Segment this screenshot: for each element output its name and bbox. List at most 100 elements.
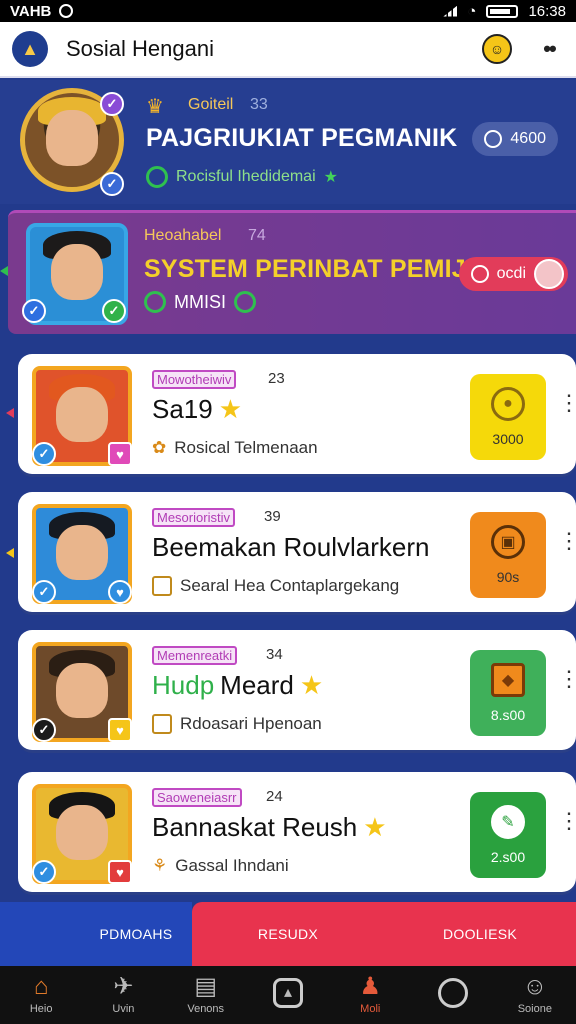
face-shape — [56, 386, 108, 442]
card-subtitle: Searal Hea Contaplargekang — [180, 576, 400, 595]
tab-home[interactable]: ⌂ Heio — [0, 966, 82, 1024]
more-icon[interactable]: •• — [534, 34, 564, 64]
segment-resudx[interactable]: RESUDX — [192, 902, 384, 966]
star-icon: ★ — [299, 670, 324, 700]
segment-pdmoahs[interactable]: PDMOAHS — [0, 902, 192, 966]
card-title: Beemakan Roulvlarkern — [152, 532, 430, 562]
list-card[interactable]: ✓ ♥ Memenreatki 34 Hudp Meard ★ Rdoasari… — [18, 630, 576, 750]
featured-subtitle: MMISI — [174, 291, 226, 312]
chess-piece-icon: ♟ — [359, 973, 382, 1000]
clock-icon: ▴ — [272, 978, 303, 1008]
record-icon — [59, 4, 74, 18]
tab-label: Moli — [360, 1003, 381, 1015]
list-card[interactable]: ✓ ♥ Mesorioristiv 39 Beemakan Roulvlarke… — [18, 492, 576, 612]
segment-bar: PDMOAHS RESUDX DOOLIESK — [0, 902, 576, 966]
verified-badge-icon: ✓ — [32, 580, 56, 604]
card-title: Meard — [220, 670, 294, 700]
lock-icon: ▣ — [491, 525, 525, 559]
edge-arrow-icon — [6, 548, 14, 558]
card-title-row: Hudp Meard ★ — [152, 670, 323, 701]
signal-icon — [443, 5, 458, 17]
card-subtitle: Gassal Ihndani — [175, 856, 289, 875]
tab-label: Venons — [187, 1003, 225, 1015]
tab-documents[interactable]: ▤ Venons — [165, 966, 247, 1024]
carrier-label: VAHB — [10, 2, 52, 20]
card-title-row: Bannaskat Reush ★ — [152, 812, 387, 843]
card-subtitle-row: ⚘ Gassal Ihndani — [152, 856, 289, 876]
card-tag: Memenreatki — [152, 646, 238, 665]
card-action-value: 2.s00 — [490, 849, 526, 865]
card-action-button[interactable]: ✎ 2.s00 — [470, 792, 546, 878]
card-title: Sa19 — [152, 394, 213, 424]
featured-subtitle-row: MMISI — [144, 291, 256, 313]
card-count: 34 — [266, 646, 283, 663]
app-title: Sosial Hengani — [66, 36, 214, 61]
circle-check-icon — [146, 166, 168, 188]
check-badge-icon: ✓ — [102, 299, 126, 323]
tab-plane[interactable]: ✈ Uvin — [82, 966, 164, 1024]
star-icon: ★ — [218, 394, 243, 424]
card-count: 24 — [266, 788, 283, 805]
segment-label: RESUDX — [257, 926, 319, 942]
featured-item[interactable]: ✓ ✓ Heoahabel 74 SYSTEM PERINBAT PEMIJAN… — [8, 210, 576, 334]
card-title-highlight: Hudp — [152, 670, 215, 700]
tab-timer[interactable] — [411, 966, 493, 1024]
card-tag: Saoweneiasrr — [152, 788, 242, 807]
coin-icon — [470, 265, 489, 283]
face-shape — [56, 804, 108, 860]
chip-avatar — [534, 259, 564, 289]
face-shape — [50, 243, 104, 301]
circle-check-icon — [144, 291, 166, 313]
leaf-icon: ⚘ — [152, 856, 168, 875]
verified-badge-icon: ✓ — [22, 299, 46, 323]
document-icon: ▤ — [194, 973, 218, 1000]
points-value: ocdi — [496, 265, 526, 282]
calendar-icon — [152, 576, 172, 596]
featured-item[interactable]: ✓ ✓ ♛ Goiteil 33 PAJGRIUKIAT PEGMANIK Ro… — [0, 80, 576, 204]
tab-moli[interactable]: ♟ Moli — [329, 966, 411, 1024]
clock-label: 16:38 — [528, 2, 566, 20]
app-screen: VAHB ◔ 16:38 ▲ Sosial Hengani ☺ •• ✓ ✓ ♛… — [0, 0, 576, 1024]
featured-tag: Heoahabel — [144, 227, 222, 244]
points-chip[interactable]: ocdi — [458, 257, 568, 291]
more-vert-icon[interactable]: ⋮ — [558, 530, 576, 552]
list-card[interactable]: ✓ ♥ Mowotheiwiv 23 Sa19 ★ ✿ Rosical Telm… — [18, 354, 576, 474]
points-chip[interactable]: 4600 — [472, 122, 558, 156]
card-subtitle: Rosical Telmenaan — [174, 438, 318, 457]
segment-doolies[interactable]: DOOLIESK — [384, 902, 576, 966]
more-vert-icon[interactable]: ⋮ — [558, 810, 576, 832]
circle-b-icon — [234, 291, 256, 313]
app-bar: ▲ Sosial Hengani ☺ •• — [0, 22, 576, 78]
card-action-button[interactable]: ● 3000 — [470, 374, 546, 460]
featured-subtitle: Rocisful Ihedidemai — [176, 168, 316, 185]
tab-profile[interactable]: ☺ Soione — [494, 966, 576, 1024]
card-action-value: 3000 — [492, 431, 524, 447]
featured-count: 33 — [250, 96, 268, 113]
tab-label: Heio — [29, 1003, 53, 1015]
card-subtitle-row: ✿ Rosical Telmenaan — [152, 438, 318, 458]
tab-clock[interactable]: ▴ — [247, 966, 329, 1024]
more-vert-icon[interactable]: ⋮ — [558, 392, 576, 414]
edge-arrow-icon — [0, 266, 8, 276]
card-action-value: 90s — [496, 569, 520, 585]
card-subtitle-row: Rdoasari Hpenoan — [152, 714, 322, 734]
list-card[interactable]: ✓ ♥ Saoweneiasrr 24 Bannaskat Reush ★ ⚘ … — [18, 772, 576, 892]
tab-label: Soione — [517, 1003, 552, 1015]
card-action-button[interactable]: ▣ 90s — [470, 512, 546, 598]
featured-tag: Goiteil — [188, 96, 234, 113]
bird-icon: ♥ — [108, 580, 132, 604]
pen-icon: ✎ — [491, 805, 525, 839]
card-tag: Mesorioristiv — [152, 508, 235, 527]
status-bar: VAHB ◔ 16:38 — [0, 0, 576, 22]
bell-icon[interactable]: ☺ — [482, 34, 512, 64]
featured-subtitle-row: Rocisful Ihedidemai ★ — [146, 166, 338, 188]
face-shape — [56, 662, 108, 718]
profile-icon: ☺ — [522, 973, 548, 1000]
app-logo[interactable]: ▲ — [12, 31, 48, 67]
card-subtitle: Rdoasari Hpenoan — [180, 714, 322, 733]
card-title-row: Sa19 ★ — [152, 394, 242, 425]
home-icon: ⌂ — [33, 973, 49, 1000]
more-vert-icon[interactable]: ⋮ — [558, 668, 576, 690]
card-action-button[interactable]: ◆ 8.s00 — [470, 650, 546, 736]
bag-icon: ◆ — [491, 663, 525, 697]
